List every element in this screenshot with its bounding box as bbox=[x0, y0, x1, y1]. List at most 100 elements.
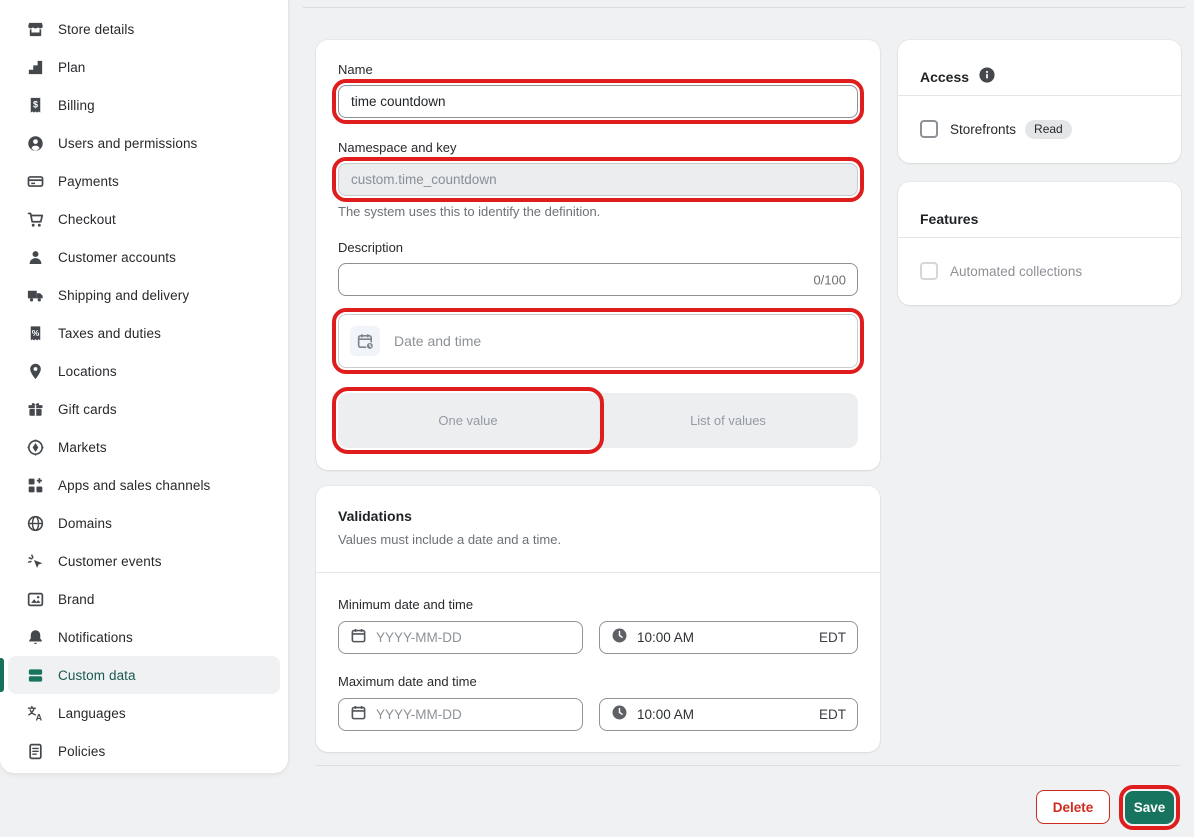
sidebar-item-taxes-duties[interactable]: % Taxes and duties bbox=[8, 314, 280, 352]
sidebar-item-domains[interactable]: Domains bbox=[8, 504, 280, 542]
name-input[interactable] bbox=[332, 79, 864, 124]
sidebar-item-billing[interactable]: $ Billing bbox=[8, 86, 280, 124]
sidebar-item-label: Plan bbox=[58, 59, 86, 75]
validations-card: Validations Values must include a date a… bbox=[316, 486, 880, 752]
sidebar-item-policies[interactable]: Policies bbox=[8, 732, 280, 770]
name-label: Name bbox=[338, 62, 373, 77]
sidebar-item-checkout[interactable]: Checkout bbox=[8, 200, 280, 238]
users-icon bbox=[25, 133, 45, 153]
access-card: Access Storefronts Read bbox=[898, 40, 1181, 163]
namespace-key-input[interactable] bbox=[332, 157, 864, 202]
checkout-icon bbox=[25, 209, 45, 229]
sidebar-item-notifications[interactable]: Notifications bbox=[8, 618, 280, 656]
sidebar-item-custom-data[interactable]: Custom data bbox=[8, 656, 280, 694]
sidebar-item-plan[interactable]: Plan bbox=[8, 48, 280, 86]
sidebar-item-label: Markets bbox=[58, 439, 107, 455]
one-value-segment[interactable]: One value bbox=[332, 387, 604, 454]
svg-text:A: A bbox=[35, 712, 42, 722]
sidebar-item-label: Users and permissions bbox=[58, 135, 198, 151]
sidebar-item-label: Customer accounts bbox=[58, 249, 176, 265]
automated-collections-label: Automated collections bbox=[950, 263, 1083, 279]
features-card: Features Automated collections bbox=[898, 182, 1181, 305]
sidebar-item-locations[interactable]: Locations bbox=[8, 352, 280, 390]
svg-text:%: % bbox=[31, 327, 39, 337]
sidebar-item-store-details[interactable]: Store details bbox=[8, 10, 280, 48]
custom-data-icon bbox=[25, 665, 45, 685]
sidebar-item-apps-sales-channels[interactable]: Apps and sales channels bbox=[8, 466, 280, 504]
notifications-icon bbox=[25, 627, 45, 647]
apps-icon bbox=[25, 475, 45, 495]
domains-icon bbox=[25, 513, 45, 533]
min-timezone-label: EDT bbox=[819, 630, 846, 645]
sidebar-item-brand[interactable]: Brand bbox=[8, 580, 280, 618]
svg-text:$: $ bbox=[32, 99, 37, 109]
max-date-time-label: Maximum date and time bbox=[338, 674, 477, 689]
description-label: Description bbox=[338, 240, 404, 255]
sidebar-item-label: Customer events bbox=[58, 553, 162, 569]
calendar-icon bbox=[350, 627, 367, 649]
min-date-time-label: Minimum date and time bbox=[338, 597, 474, 612]
min-time-input[interactable]: 10:00 AM EDT bbox=[599, 621, 858, 654]
sidebar-item-label: Domains bbox=[58, 515, 112, 531]
max-time-value: 10:00 AM bbox=[637, 707, 695, 722]
read-badge: Read bbox=[1025, 119, 1072, 139]
sidebar-item-label: Locations bbox=[58, 363, 117, 379]
top-divider bbox=[303, 7, 1185, 8]
description-input[interactable] bbox=[338, 263, 858, 296]
max-time-input[interactable]: 10:00 AM EDT bbox=[599, 698, 858, 731]
description-char-counter: 0/100 bbox=[813, 272, 846, 287]
calendar-clock-icon bbox=[350, 326, 380, 356]
customer-accounts-icon bbox=[25, 247, 45, 267]
payments-icon bbox=[25, 171, 45, 191]
automated-collections-checkbox[interactable] bbox=[920, 262, 938, 280]
plan-icon bbox=[25, 57, 45, 77]
sidebar-item-label: Gift cards bbox=[58, 401, 117, 417]
sidebar-item-shipping-delivery[interactable]: Shipping and delivery bbox=[8, 276, 280, 314]
description-field-wrap: 0/100 bbox=[338, 263, 858, 296]
sidebar-item-gift-cards[interactable]: Gift cards bbox=[8, 390, 280, 428]
billing-icon: $ bbox=[25, 95, 45, 115]
sidebar-item-users-permissions[interactable]: Users and permissions bbox=[8, 124, 280, 162]
sidebar-item-payments[interactable]: Payments bbox=[8, 162, 280, 200]
markets-icon bbox=[25, 437, 45, 457]
content-type-selector[interactable]: Date and time bbox=[332, 308, 864, 374]
settings-sidebar: Store details Plan $ Billing Users and p… bbox=[0, 0, 288, 773]
storefronts-label: Storefronts bbox=[950, 121, 1017, 137]
definition-card: Name Namespace and key The system uses t… bbox=[316, 40, 880, 470]
policies-icon bbox=[25, 741, 45, 761]
sidebar-item-label: Taxes and duties bbox=[58, 325, 161, 341]
min-date-input[interactable]: YYYY-MM-DD bbox=[338, 621, 583, 654]
sidebar-item-label: Billing bbox=[58, 97, 95, 113]
sidebar-active-indicator bbox=[0, 658, 4, 692]
sidebar-item-label: Custom data bbox=[58, 667, 136, 683]
store-icon bbox=[25, 19, 45, 39]
sidebar-item-label: Apps and sales channels bbox=[58, 477, 211, 493]
max-timezone-label: EDT bbox=[819, 707, 846, 722]
sidebar-item-label: Policies bbox=[58, 743, 106, 759]
features-title: Features bbox=[920, 211, 979, 227]
access-title: Access bbox=[920, 69, 970, 85]
sidebar-item-languages[interactable]: A Languages bbox=[8, 694, 280, 732]
sidebar-item-label: Brand bbox=[58, 591, 95, 607]
list-of-values-segment[interactable]: List of values bbox=[598, 393, 858, 448]
gift-cards-icon bbox=[25, 399, 45, 419]
namespace-label: Namespace and key bbox=[338, 140, 457, 155]
delete-button[interactable]: Delete bbox=[1036, 790, 1110, 824]
storefronts-checkbox[interactable] bbox=[920, 120, 938, 138]
save-button[interactable]: Save bbox=[1119, 785, 1180, 830]
min-date-time-row: YYYY-MM-DD 10:00 AM EDT bbox=[338, 621, 858, 654]
sidebar-item-customer-accounts[interactable]: Customer accounts bbox=[8, 238, 280, 276]
max-date-placeholder: YYYY-MM-DD bbox=[376, 707, 462, 722]
taxes-icon: % bbox=[25, 323, 45, 343]
clock-icon bbox=[611, 627, 628, 649]
info-icon[interactable] bbox=[978, 66, 996, 89]
locations-icon bbox=[25, 361, 45, 381]
sidebar-item-customer-events[interactable]: Customer events bbox=[8, 542, 280, 580]
min-date-placeholder: YYYY-MM-DD bbox=[376, 630, 462, 645]
validations-divider bbox=[316, 572, 880, 573]
calendar-icon bbox=[350, 704, 367, 726]
max-date-input[interactable]: YYYY-MM-DD bbox=[338, 698, 583, 731]
sidebar-item-markets[interactable]: Markets bbox=[8, 428, 280, 466]
languages-icon: A bbox=[25, 703, 45, 723]
customer-events-icon bbox=[25, 551, 45, 571]
